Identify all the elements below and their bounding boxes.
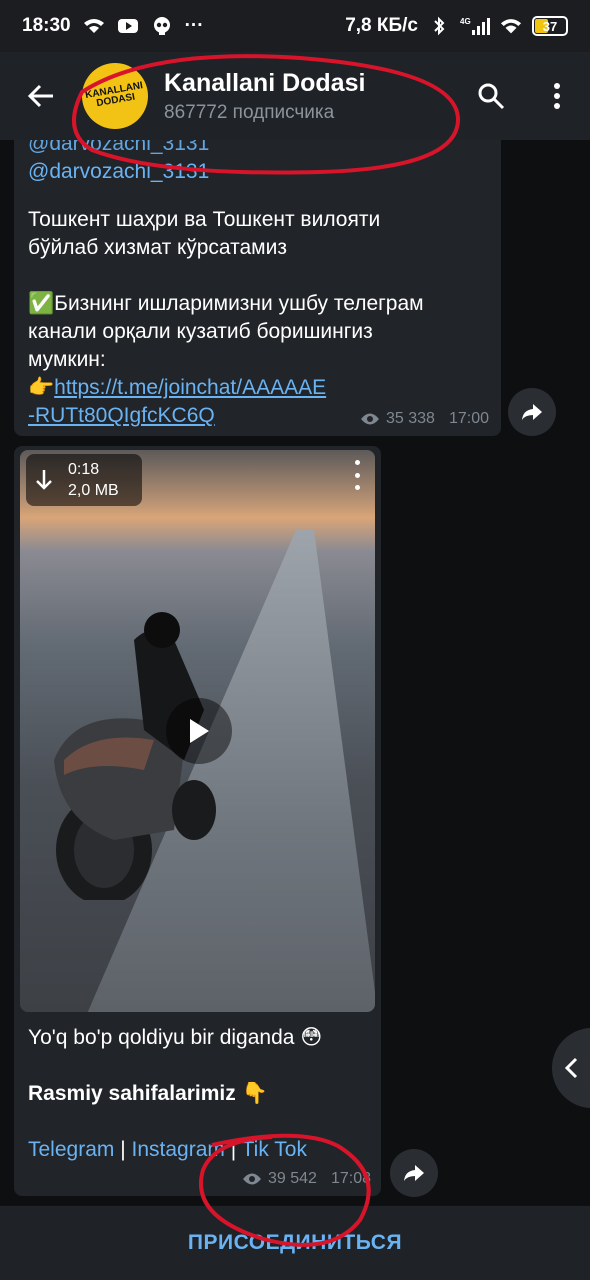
message-text-line: Тошкент шаҳри ва Тошкент вилояти (28, 208, 381, 231)
status-bar: 18:30 ··· 7,8 КБ/с 4G 37 (0, 0, 590, 52)
chevron-left-icon (564, 1057, 578, 1079)
back-button[interactable] (0, 52, 82, 140)
tiktok-link[interactable]: Tik Tok (242, 1138, 307, 1161)
battery-icon: 37 (532, 16, 568, 36)
message-caption: Yo'q bo'p qoldiyu bir diganda 😳 Rasmiy s… (28, 1024, 368, 1164)
share-arrow-icon (522, 404, 542, 420)
message-text-line: бўйлаб хизмат кўрсатамиз (28, 236, 287, 259)
channel-info[interactable]: Kanallani Dodasi 867772 подписчика (164, 69, 458, 124)
link-separator: | (114, 1138, 132, 1161)
instagram-link[interactable]: Instagram (132, 1138, 225, 1161)
wifi-signal-icon (500, 17, 522, 35)
message-bubble-text[interactable]: @darvozachi_3131 @darvozachi_3131 Тошкен… (14, 140, 501, 436)
mention-link[interactable]: @darvozachi_3131 (28, 140, 487, 158)
search-button[interactable] (458, 52, 524, 140)
message-meta: 39 542 17:08 (242, 1170, 371, 1188)
message-bubble-video[interactable]: 0:18 2,0 MB Yo'q bo'p qoldiyu bir digand… (14, 446, 381, 1196)
message-text-line: канали орқали кузатиб боришингиз (28, 320, 373, 343)
telegram-link[interactable]: Telegram (28, 1138, 114, 1161)
menu-button[interactable] (524, 52, 590, 140)
signal-icon: 4G (460, 17, 490, 35)
bluetooth-icon (428, 16, 450, 36)
eye-icon (361, 413, 380, 425)
video-size: 2,0 MB (68, 482, 119, 499)
share-button[interactable] (508, 388, 556, 436)
check-emoji-icon: ✅ (28, 292, 55, 315)
download-info[interactable]: 0:18 2,0 MB (26, 454, 142, 506)
caption-text: Yo'q bo'p qoldiyu bir diganda (28, 1026, 295, 1049)
side-panel-toggle[interactable] (552, 1028, 590, 1108)
share-arrow-icon (404, 1165, 424, 1181)
join-link[interactable]: https://t.me/joinchat/AAAAAE (54, 376, 326, 399)
skull-icon (151, 17, 173, 35)
link-separator: | (224, 1138, 242, 1161)
subscriber-count: 867772 подписчика (164, 101, 335, 123)
chat-header: KANALLANI DODASI Kanallani Dodasi 867772 … (0, 52, 590, 140)
download-icon (36, 470, 52, 490)
join-button[interactable]: ПРИСОЕДИНИТЬСЯ (188, 1231, 402, 1255)
pointing-emoji-icon: 👉 (28, 376, 55, 399)
down-emoji-icon: 👇 (241, 1082, 268, 1105)
status-time: 18:30 (22, 15, 71, 36)
search-icon (478, 83, 505, 110)
message-time: 17:00 (448, 410, 489, 427)
video-more-button[interactable] (347, 460, 367, 490)
share-button[interactable] (390, 1149, 438, 1197)
wifi-icon (83, 17, 105, 35)
svg-text:4G: 4G (460, 17, 471, 26)
message-list[interactable]: @darvozachi_3131 @darvozachi_3131 Тошкен… (0, 140, 590, 1205)
youtube-icon (117, 17, 139, 35)
flushed-emoji-icon: 😳 (300, 1026, 323, 1049)
join-bar[interactable]: ПРИСОЕДИНИТЬСЯ (0, 1205, 590, 1280)
view-count: 35 338 (386, 410, 435, 427)
message-text-line: мумкин: (28, 348, 106, 371)
play-icon (190, 719, 209, 743)
message-meta: 35 338 17:00 (360, 410, 489, 428)
arrow-left-icon (27, 84, 53, 108)
net-speed: 7,8 КБ/с (345, 15, 418, 36)
join-link-cont[interactable]: -RUTt80QIgfcKC6Q (28, 404, 215, 427)
caption-text: Rasmiy sahifalarimiz (28, 1082, 236, 1105)
channel-title: Kanallani Dodasi (164, 68, 366, 97)
play-button[interactable] (166, 698, 232, 764)
video-thumbnail[interactable]: 0:18 2,0 MB (20, 450, 375, 1012)
video-duration: 0:18 (68, 461, 100, 478)
mention-link[interactable]: @darvozachi_3131 (28, 158, 487, 186)
more-notifications-icon: ··· (184, 15, 204, 36)
message-time: 17:08 (330, 1170, 371, 1187)
more-vertical-icon (554, 83, 560, 109)
message-text-line: Бизнинг ишларимизни ушбу телеграм (54, 292, 424, 315)
channel-avatar[interactable]: KANALLANI DODASI (76, 57, 154, 135)
view-count: 39 542 (268, 1170, 317, 1187)
eye-icon (243, 1173, 262, 1185)
